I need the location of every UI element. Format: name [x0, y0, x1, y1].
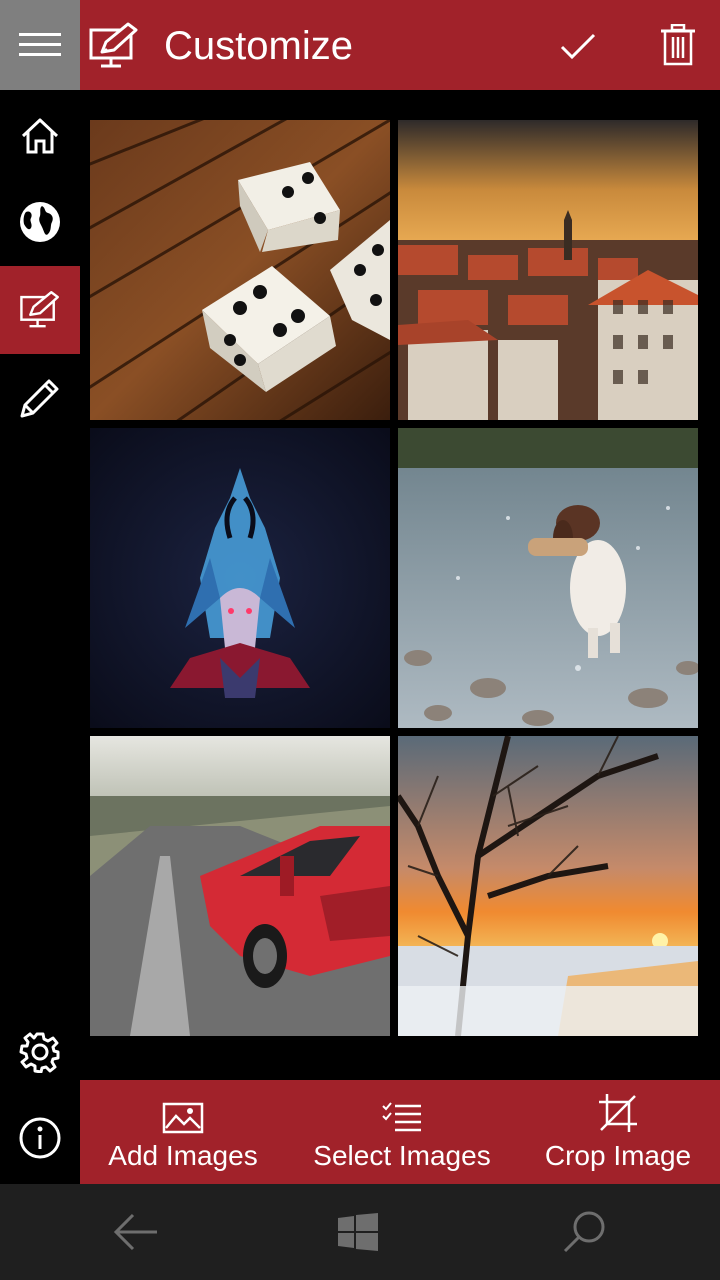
select-images-label: Select Images	[313, 1140, 491, 1171]
page-title: Customize	[164, 24, 353, 68]
gear-icon	[19, 1032, 60, 1073]
checklist-icon	[382, 1102, 421, 1132]
title-bar: Customize	[80, 0, 720, 90]
sidebar-item-info[interactable]	[0, 1094, 80, 1182]
crop-image-button[interactable]: Crop Image	[532, 1080, 704, 1184]
back-button[interactable]	[104, 1204, 168, 1260]
accept-button[interactable]	[550, 22, 606, 72]
sidebar-item-edit[interactable]	[0, 354, 80, 442]
image-icon	[162, 1102, 204, 1134]
delete-button[interactable]	[650, 18, 706, 72]
back-arrow-icon	[113, 1213, 157, 1251]
start-button[interactable]	[326, 1204, 390, 1260]
crop-icon	[599, 1094, 637, 1132]
sidebar-item-web[interactable]	[0, 178, 80, 266]
search-button[interactable]	[552, 1204, 616, 1260]
trash-icon	[661, 24, 695, 66]
gallery-image-tree[interactable]	[398, 736, 698, 1036]
sidebar-nav	[0, 90, 80, 1184]
gallery-image-dog[interactable]	[398, 428, 698, 728]
command-bar: Add Images Select Images Crop Image	[80, 1080, 720, 1184]
home-icon	[21, 118, 59, 154]
system-nav-bar	[0, 1184, 720, 1280]
pencil-icon	[20, 379, 59, 418]
info-icon	[19, 1117, 61, 1159]
select-images-button[interactable]: Select Images	[302, 1080, 502, 1184]
gallery-image-fantasy[interactable]	[90, 428, 390, 728]
gallery-image-city[interactable]	[398, 120, 698, 420]
checkmark-icon	[560, 33, 596, 60]
gallery-image-car[interactable]	[90, 736, 390, 1036]
globe-icon	[20, 202, 60, 242]
gallery-image-dice[interactable]	[90, 120, 390, 420]
sidebar-item-settings[interactable]	[0, 1008, 80, 1096]
add-images-button[interactable]: Add Images	[98, 1080, 268, 1184]
crop-image-label: Crop Image	[544, 1140, 692, 1171]
hamburger-menu-button[interactable]	[0, 0, 80, 90]
sidebar-item-home[interactable]	[0, 92, 80, 180]
windows-logo-icon	[338, 1213, 378, 1251]
search-icon	[563, 1211, 605, 1253]
sidebar-item-customize[interactable]	[0, 266, 80, 354]
customize-screen-icon	[89, 22, 138, 68]
add-images-label: Add Images	[108, 1140, 258, 1171]
hamburger-icon	[19, 33, 61, 56]
customize-screen-icon	[20, 291, 59, 328]
